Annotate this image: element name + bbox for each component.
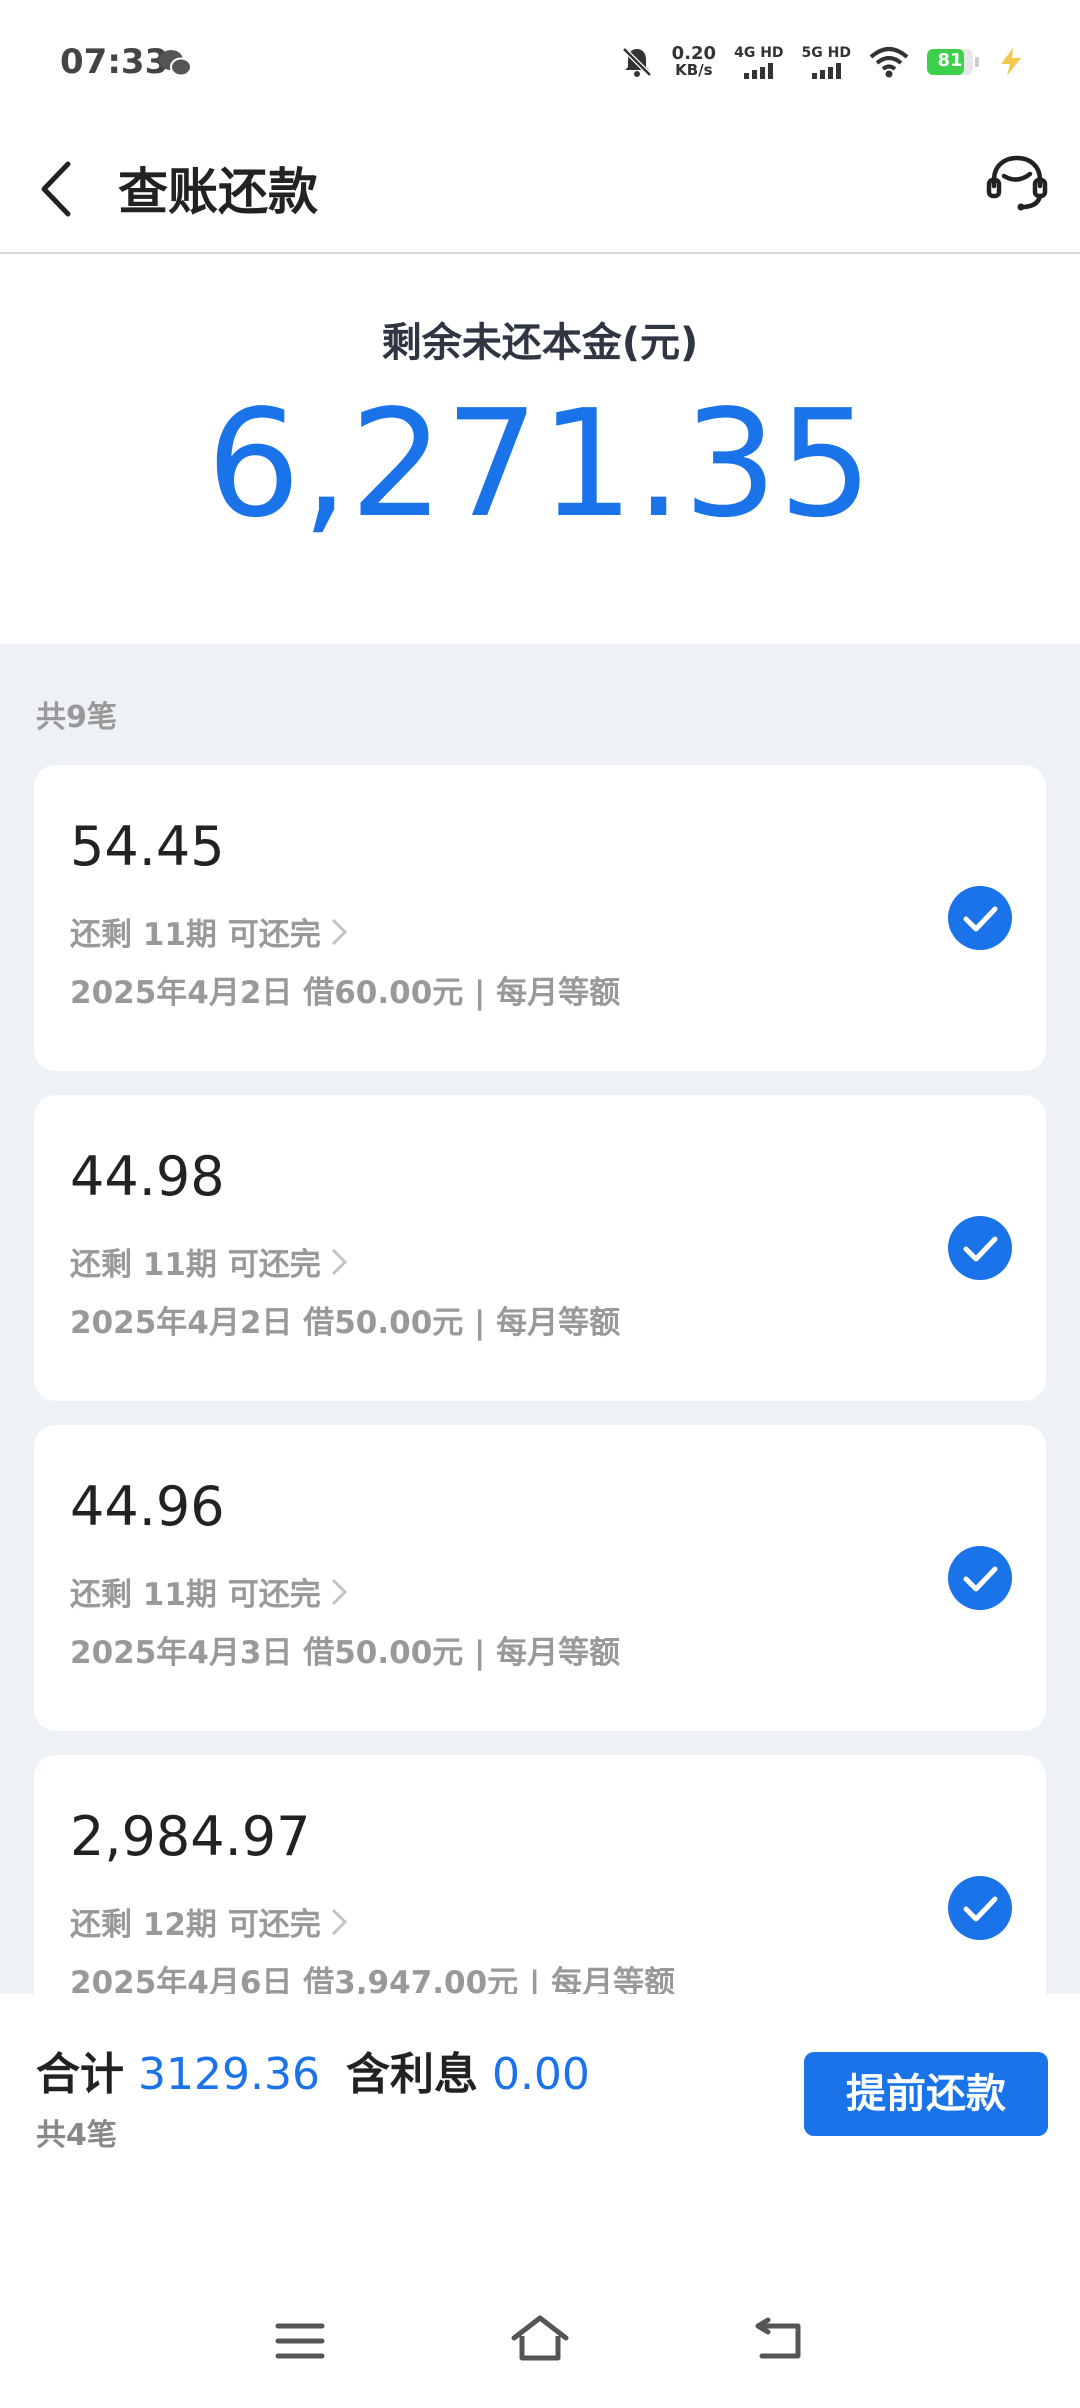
loan-remaining-periods[interactable]: 还剩 11期 可还完 [70,1569,349,1614]
status-time: 07:33 [60,42,169,82]
loan-amount: 44.96 [70,1475,225,1538]
wechat-icon [159,50,192,77]
loan-remaining-text: 还剩 11期 可还完 [70,917,321,953]
menu-icon[interactable] [272,2316,328,2366]
net-speed: 0.20 KB/s [671,43,717,79]
checkbox-checked-icon[interactable] [948,1546,1012,1610]
loan-remaining-periods[interactable]: 还剩 12期 可还完 [70,1899,349,1944]
home-icon[interactable] [508,2310,572,2366]
signal-bars-icon [744,62,774,79]
status-icons: 0.20 KB/s 4G HD 5G HD 81 [620,40,1025,84]
signal-4g: 4G HD [734,44,784,79]
loan-remaining-periods[interactable]: 还剩 11期 可还完 [70,909,349,954]
loan-remaining-text: 还剩 12期 可还完 [70,1907,321,1943]
wifi-icon [869,47,909,78]
interest-label: 含利息 [345,2049,478,2100]
app-header: 查账还款 [0,130,1080,254]
interest-value: 0.00 [491,2049,590,2100]
loan-amount: 44.98 [70,1145,225,1208]
chevron-right-icon [331,1908,347,1935]
total-value: 3129.36 [138,2049,320,2100]
loan-remaining-periods[interactable]: 还剩 11期 可还完 [70,1239,349,1284]
chevron-right-icon [331,1578,347,1605]
signal-4g-label: 4G HD [734,44,784,61]
back-arrow-icon[interactable] [36,156,76,222]
loan-card[interactable]: 44.96 还剩 11期 可还完 2025年4月3日 借50.00元 | 每月等… [34,1425,1046,1731]
loan-remaining-text: 还剩 11期 可还完 [70,1577,321,1613]
charging-bolt-icon [1001,48,1021,76]
signal-bars-icon [811,62,841,79]
battery-level: 81 [937,50,963,71]
battery-icon: 81 [927,49,979,75]
loan-detail: 2025年4月2日 借60.00元 | 每月等额 [70,975,621,1011]
net-speed-value: 0.20 [671,43,717,64]
loan-remaining-text: 还剩 11期 可还完 [70,1247,321,1283]
signal-5g-label: 5G HD [801,44,851,61]
total-line: 合计 3129.36 含利息 0.00 [36,2038,590,2102]
total-label: 合计 [36,2049,124,2100]
loan-detail: 2025年4月3日 借50.00元 | 每月等额 [70,1635,621,1671]
page-title: 查账还款 [118,163,318,221]
net-speed-unit: KB/s [675,61,713,79]
selected-count: 共4笔 [36,2118,117,2153]
checkbox-checked-icon[interactable] [948,1876,1012,1940]
loan-card[interactable]: 44.98 还剩 11期 可还完 2025年4月2日 借50.00元 | 每月等… [34,1095,1046,1401]
system-nav-bar [0,2280,1080,2408]
status-bar: 07:33 0.20 KB/s 4G HD 5G HD 81 [0,0,1080,130]
signal-5g: 5G HD [802,46,851,79]
loan-card[interactable]: 54.45 还剩 11期 可还完 2025年4月2日 借60.00元 | 每月等… [34,765,1046,1071]
remaining-principal-label: 剩余未还本金(元) [381,320,699,366]
loan-amount: 54.45 [70,815,225,878]
remaining-principal-amount: 6,271.35 [206,378,874,550]
checkbox-checked-icon[interactable] [948,1216,1012,1280]
repayment-footer: 合计 3129.36 含利息 0.00 共4笔 提前还款 [0,1994,1080,2408]
customer-service-icon[interactable] [984,150,1050,216]
principal-summary: 剩余未还本金(元) 6,271.35 [0,254,1080,644]
chevron-right-icon [331,1248,347,1275]
loan-amount: 2,984.97 [70,1805,311,1868]
loan-detail: 2025年4月2日 借50.00元 | 每月等额 [70,1305,621,1341]
prepay-button[interactable]: 提前还款 [804,2052,1048,2136]
checkbox-checked-icon[interactable] [948,886,1012,950]
mute-bell-icon [621,47,652,77]
loan-count-label: 共9笔 [36,700,117,735]
back-icon[interactable] [752,2312,808,2366]
chevron-right-icon [331,918,347,945]
